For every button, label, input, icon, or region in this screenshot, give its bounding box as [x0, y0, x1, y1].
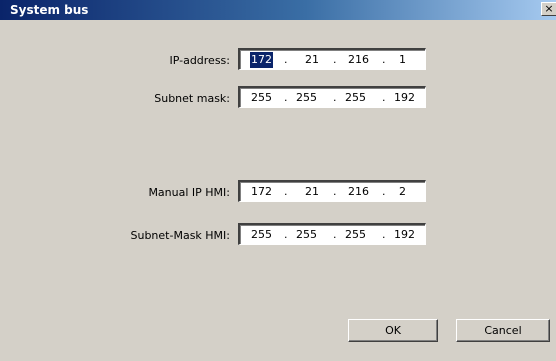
octet-separator: .: [382, 185, 386, 198]
close-icon[interactable]: ×: [541, 2, 556, 16]
octet-separator: .: [284, 91, 288, 104]
subnet-mask-field[interactable]: 255 . 255 . 255 . 192: [238, 86, 426, 108]
manual-ip-hmi-field[interactable]: 172 . 21 . 216 . 2: [238, 180, 426, 202]
manual-ip-hmi-label: Manual IP HMI:: [148, 186, 230, 199]
ip-address-octet-4[interactable]: 1: [398, 52, 407, 68]
ip-address-octet-3[interactable]: 216: [347, 52, 370, 68]
manual-ip-hmi-octet-3[interactable]: 216: [347, 184, 370, 200]
octet-separator: .: [333, 228, 337, 241]
subnet-mask-hmi-octet-1[interactable]: 255: [250, 227, 273, 243]
ip-address-field[interactable]: 172 . 21 . 216 . 1: [238, 48, 426, 70]
octet-separator: .: [333, 91, 337, 104]
subnet-mask-hmi-octet-3[interactable]: 255: [344, 227, 367, 243]
manual-ip-hmi-octet-1[interactable]: 172: [250, 184, 273, 200]
subnet-mask-octet-4[interactable]: 192: [393, 90, 416, 106]
subnet-mask-hmi-octet-4[interactable]: 192: [393, 227, 416, 243]
manual-ip-hmi-octet-2[interactable]: 21: [304, 184, 320, 200]
octet-separator: .: [333, 185, 337, 198]
subnet-mask-octet-1[interactable]: 255: [250, 90, 273, 106]
ip-address-label: IP-address:: [169, 54, 230, 67]
ok-button[interactable]: OK: [348, 319, 438, 342]
subnet-mask-hmi-field[interactable]: 255 . 255 . 255 . 192: [238, 223, 426, 245]
window-title: System bus: [10, 3, 89, 17]
ip-address-octet-2[interactable]: 21: [304, 52, 320, 68]
subnet-mask-hmi-octet-2[interactable]: 255: [295, 227, 318, 243]
octet-separator: .: [333, 53, 337, 66]
octet-separator: .: [382, 53, 386, 66]
subnet-mask-hmi-label: Subnet-Mask HMI:: [130, 229, 231, 242]
manual-ip-hmi-octet-4[interactable]: 2: [398, 184, 407, 200]
subnet-mask-label: Subnet mask:: [154, 92, 230, 105]
octet-separator: .: [382, 91, 386, 104]
title-bar[interactable]: System bus: [0, 0, 556, 20]
subnet-mask-octet-3[interactable]: 255: [344, 90, 367, 106]
octet-separator: .: [284, 185, 288, 198]
octet-separator: .: [284, 228, 288, 241]
octet-separator: .: [382, 228, 386, 241]
subnet-mask-octet-2[interactable]: 255: [295, 90, 318, 106]
system-bus-dialog: System bus × IP-address: 172 . 21 . 216 …: [0, 0, 556, 361]
cancel-button[interactable]: Cancel: [456, 319, 550, 342]
octet-separator: .: [284, 53, 288, 66]
ip-address-octet-1[interactable]: 172: [250, 52, 273, 68]
